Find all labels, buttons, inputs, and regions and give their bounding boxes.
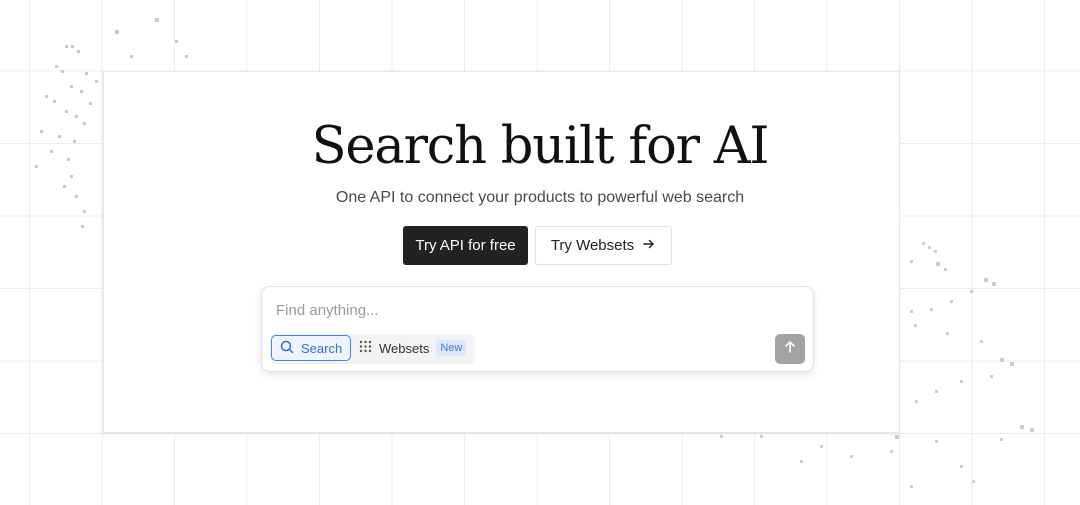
mode-selector: Search Websets New (270, 334, 475, 364)
try-api-button-label: Try API for free (415, 237, 516, 254)
mode-search-button[interactable]: Search (271, 335, 351, 361)
hero-subtitle: One API to connect your products to powe… (335, 189, 745, 206)
try-websets-button-label: Try Websets (550, 237, 635, 254)
mode-search-label: Search (301, 340, 343, 356)
hero-title: Search built for AI (311, 117, 770, 176)
try-websets-button[interactable]: Try Websets (535, 226, 672, 265)
try-api-button[interactable]: Try API for free (403, 226, 528, 265)
grid-dots-icon (359, 340, 372, 356)
mode-websets-button[interactable]: Websets New (359, 335, 473, 361)
search-icon (280, 340, 294, 357)
new-badge: New (436, 340, 467, 356)
submit-button[interactable] (775, 334, 805, 364)
search-input[interactable] (276, 299, 796, 321)
mode-websets-label: Websets (379, 340, 430, 356)
search-box: Search Websets New (261, 286, 814, 372)
arrow-right-icon (642, 237, 656, 254)
arrow-up-icon (783, 340, 797, 359)
